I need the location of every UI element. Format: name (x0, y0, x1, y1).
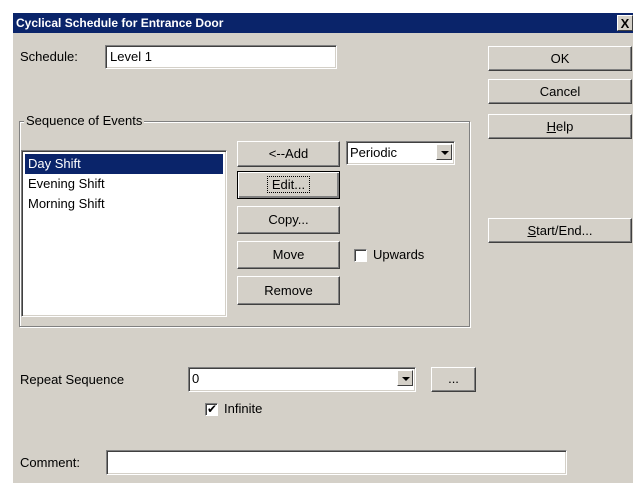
browse-button-label: ... (448, 371, 459, 386)
move-event-button[interactable]: Move (237, 241, 340, 269)
repeat-sequence-dropdown-button[interactable] (397, 370, 413, 386)
title-bar[interactable]: Cyclical Schedule for Entrance Door X (13, 13, 633, 33)
help-button-label: elp (556, 119, 574, 134)
repeat-sequence-value: 0 (192, 371, 200, 386)
comment-label: Comment: (20, 455, 80, 470)
ok-button-label: OK (550, 51, 570, 66)
comment-input[interactable] (106, 450, 567, 475)
cancel-button-label: Cancel (539, 84, 581, 99)
repeat-sequence-label: Repeat Sequence (20, 372, 125, 387)
event-type-select[interactable]: Periodic (346, 141, 455, 165)
help-mnemonic: H (546, 119, 557, 134)
chevron-down-icon (441, 151, 449, 155)
close-icon: X (620, 16, 630, 31)
event-list-item-morning-shift[interactable]: Morning Shift (25, 194, 223, 214)
start-end-button[interactable]: Start/End... (488, 218, 632, 243)
checkmark-icon: ✔ (207, 402, 218, 416)
infinite-checkbox[interactable]: ✔ (205, 402, 218, 416)
window-title: Cyclical Schedule for Entrance Door (16, 16, 224, 30)
schedule-name-value: Level 1 (110, 49, 152, 64)
event-list-item-day-shift[interactable]: Day Shift (25, 154, 223, 174)
cancel-button[interactable]: Cancel (488, 79, 632, 104)
add-event-button[interactable]: <--Add (237, 141, 340, 167)
event-type-value: Periodic (350, 145, 397, 160)
start-end-mnemonic: S (527, 223, 537, 238)
schedule-label: Schedule: (20, 49, 78, 64)
repeat-sequence-select[interactable]: 0 (188, 367, 416, 392)
schedule-name-input[interactable]: Level 1 (105, 45, 337, 69)
cyclical-schedule-dialog: Cyclical Schedule for Entrance Door X Sc… (13, 13, 633, 483)
ok-button[interactable]: OK (488, 46, 632, 71)
edit-event-button[interactable]: Edit... (237, 171, 340, 199)
event-list-item-evening-shift[interactable]: Evening Shift (25, 174, 223, 194)
edit-button-label: Edit... (266, 176, 311, 193)
upwards-label: Upwards (373, 247, 425, 262)
remove-button-label: Remove (264, 283, 313, 298)
remove-event-button[interactable]: Remove (237, 276, 340, 305)
close-button[interactable]: X (617, 15, 633, 31)
copy-event-button[interactable]: Copy... (237, 206, 340, 234)
repeat-browse-button[interactable]: ... (431, 367, 476, 392)
add-button-label: <--Add (268, 146, 309, 161)
chevron-down-icon (402, 377, 410, 381)
move-button-label: Move (272, 247, 305, 262)
infinite-label: Infinite (224, 401, 263, 416)
start-end-button-label: tart/End... (536, 223, 593, 238)
copy-button-label: Copy... (268, 212, 309, 227)
event-list[interactable]: Day Shift Evening Shift Morning Shift (21, 150, 227, 317)
upwards-checkbox[interactable] (354, 249, 367, 262)
event-type-dropdown-button[interactable] (436, 144, 452, 160)
help-button[interactable]: Help (488, 114, 632, 139)
sequence-group-label: Sequence of Events (24, 113, 145, 128)
